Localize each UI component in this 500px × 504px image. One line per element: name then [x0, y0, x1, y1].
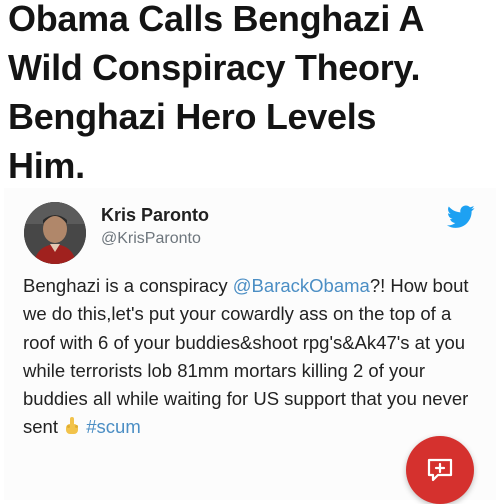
headline-line-2: Wild Conspiracy Theory. [8, 47, 421, 88]
comment-plus-icon [427, 458, 453, 482]
headline-line-3: Benghazi Hero Levels [8, 96, 377, 137]
avatar[interactable] [24, 202, 86, 264]
mention-link[interactable]: @BarackObama [233, 275, 370, 296]
add-comment-button[interactable] [406, 436, 474, 504]
headline-line-1: Obama Calls Benghazi A [8, 0, 425, 39]
tweet-text: Benghazi is a conspiracy @BarackObama?! … [23, 272, 475, 442]
user-handle[interactable]: @KrisParonto [101, 230, 201, 248]
display-name[interactable]: Kris Paronto [101, 205, 209, 226]
tweet-text-main: ?! How bout we do this,let's put your co… [23, 275, 469, 438]
headline: Obama Calls Benghazi A Wild Conspiracy T… [8, 0, 492, 190]
hashtag-link[interactable]: #scum [86, 416, 141, 437]
profile-photo-icon [24, 202, 86, 264]
middle-finger-emoji-icon [66, 417, 79, 435]
twitter-bird-icon [447, 205, 475, 228]
tweet-text-intro: Benghazi is a conspiracy [23, 275, 233, 296]
headline-line-4: Him. [8, 145, 85, 186]
